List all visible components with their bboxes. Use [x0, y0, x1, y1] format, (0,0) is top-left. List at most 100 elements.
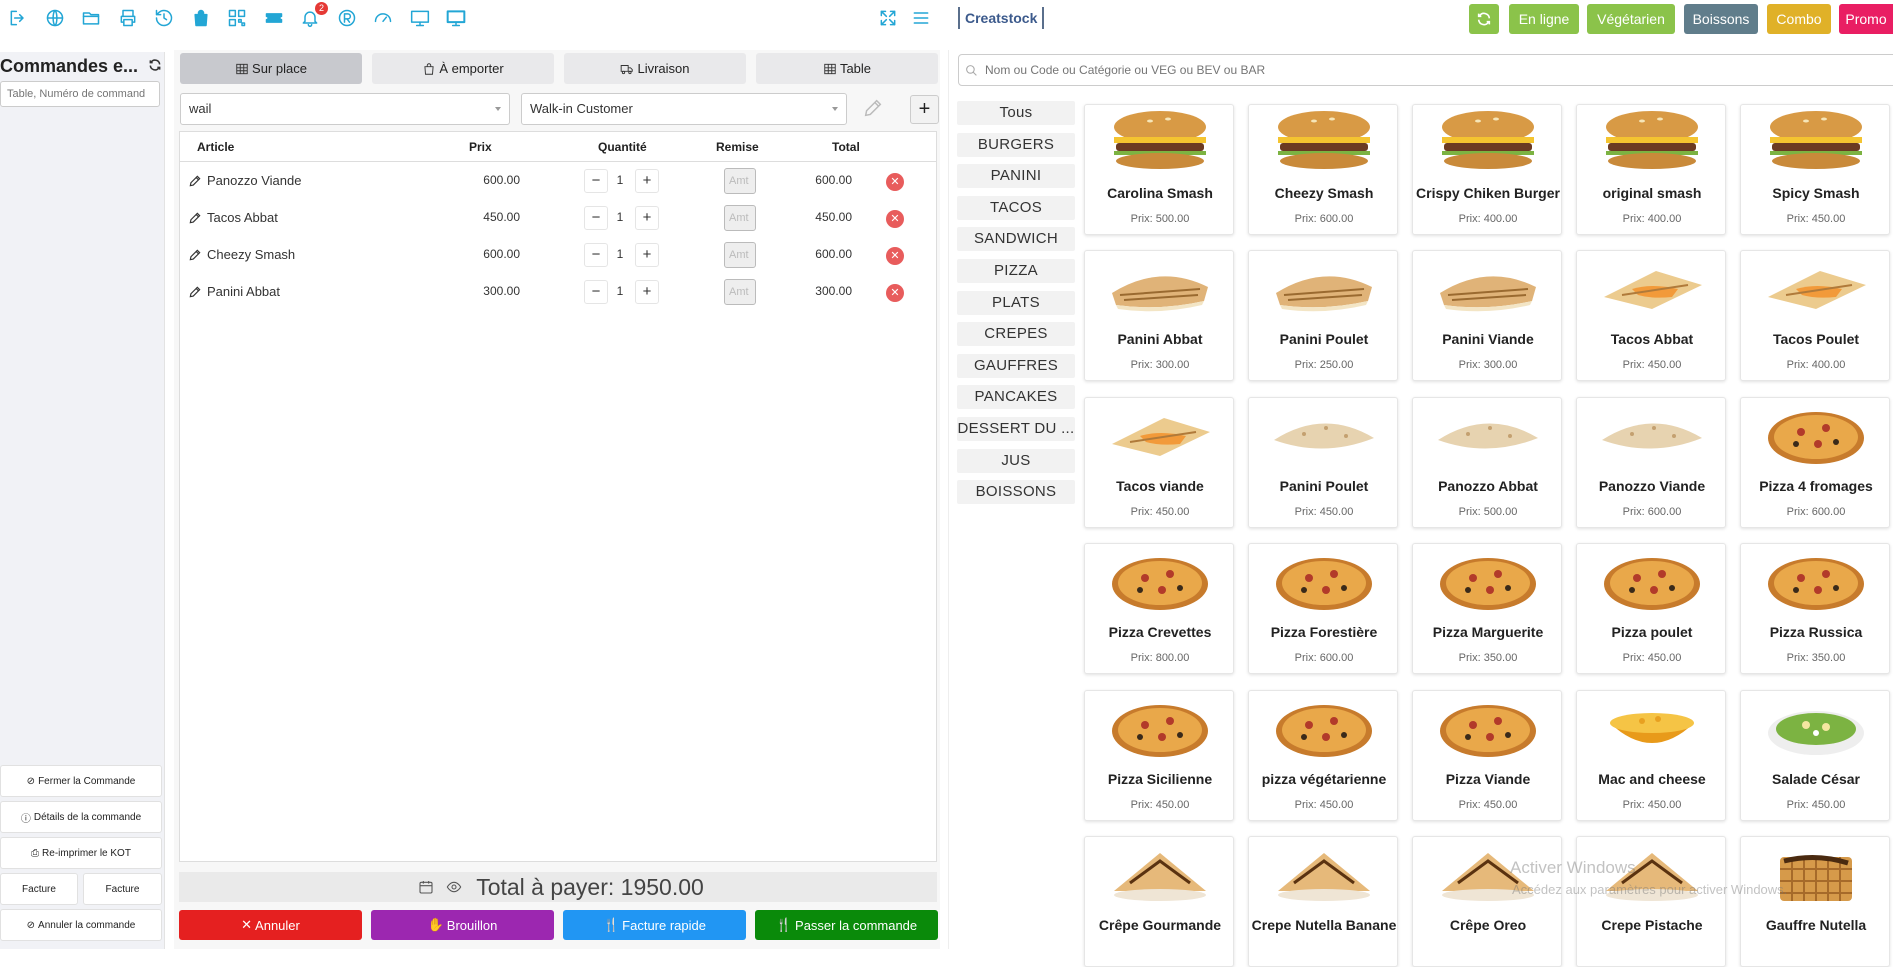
customer-select[interactable]: Walk-in Customer — [521, 93, 847, 125]
folder-icon[interactable] — [79, 6, 103, 30]
product-card[interactable]: Pizza Forestière Prix: 600.00 — [1248, 543, 1398, 675]
remove-item-icon[interactable]: ✕ — [886, 173, 904, 191]
item-quantity[interactable]: 1 — [610, 173, 630, 187]
ticket-icon[interactable] — [262, 6, 286, 30]
filter-vegetarian-button[interactable]: Végétarien — [1587, 4, 1675, 34]
product-card[interactable]: Pizza Crevettes Prix: 800.00 — [1084, 543, 1234, 675]
product-card[interactable]: Tacos Abbat Prix: 450.00 — [1576, 250, 1726, 382]
discount-input[interactable]: Amt — [724, 168, 756, 194]
remove-item-icon[interactable]: ✕ — [886, 210, 904, 228]
category-item[interactable]: DESSERT DU ... — [957, 417, 1075, 441]
add-customer-button[interactable]: + — [910, 95, 939, 124]
increase-quantity-button[interactable]: + — [635, 169, 659, 193]
category-item[interactable]: BURGERS — [957, 132, 1075, 157]
discount-input[interactable]: Amt — [724, 205, 756, 231]
menu-icon[interactable] — [909, 6, 933, 30]
tab-delivery[interactable]: Livraison — [564, 53, 746, 84]
edit-item-icon[interactable] — [188, 174, 202, 188]
product-card[interactable]: Panozzo Abbat Prix: 500.00 — [1412, 396, 1562, 528]
item-quantity[interactable]: 1 — [610, 284, 630, 298]
invoice-button[interactable]: Facture — [0, 873, 78, 905]
filter-combo-button[interactable]: Combo — [1767, 4, 1831, 34]
grid-icon[interactable] — [225, 6, 249, 30]
draft-button[interactable]: ✋ Brouillon — [371, 910, 554, 940]
product-card[interactable]: Pizza poulet Prix: 450.00 — [1576, 543, 1726, 675]
history-icon[interactable] — [152, 6, 176, 30]
cancel-button[interactable]: ✕ Annuler — [179, 910, 362, 940]
product-card[interactable]: Crepe Pistache — [1576, 836, 1726, 967]
category-item[interactable]: JUS — [957, 448, 1075, 473]
increase-quantity-button[interactable]: + — [635, 280, 659, 304]
logout-icon[interactable] — [6, 6, 30, 30]
product-card[interactable]: Mac and cheese Prix: 450.00 — [1576, 689, 1726, 821]
product-card[interactable]: Tacos Poulet Prix: 400.00 — [1740, 250, 1890, 382]
product-card[interactable]: Crêpe Oreo — [1412, 836, 1562, 967]
fullscreen-icon[interactable] — [876, 6, 900, 30]
tab-takeaway[interactable]: À emporter — [372, 53, 554, 84]
product-card[interactable]: Pizza Sicilienne Prix: 450.00 — [1084, 689, 1234, 821]
product-card[interactable]: Carolina Smash Prix: 500.00 — [1084, 104, 1234, 235]
product-card[interactable]: Pizza Russica Prix: 350.00 — [1740, 543, 1890, 675]
product-card[interactable]: Crepe Nutella Banane — [1248, 836, 1398, 967]
edit-item-icon[interactable] — [188, 285, 202, 299]
product-card[interactable]: Crêpe Gourmande — [1084, 836, 1234, 967]
order-search-input[interactable] — [0, 81, 160, 107]
edit-item-icon[interactable] — [188, 248, 202, 262]
item-quantity[interactable]: 1 — [610, 210, 630, 224]
product-card[interactable]: Cheezy Smash Prix: 600.00 — [1248, 104, 1398, 235]
filter-promo-button[interactable]: Promo — [1839, 4, 1893, 34]
registered-icon[interactable] — [335, 6, 359, 30]
category-item[interactable]: PIZZA — [957, 259, 1075, 283]
category-item[interactable]: PANCAKES — [957, 385, 1075, 410]
product-card[interactable]: Pizza 4 fromages Prix: 600.00 — [1740, 396, 1890, 528]
waiter-select[interactable]: wail — [180, 93, 510, 125]
close-order-button[interactable]: ⊘ Fermer la Commande — [0, 765, 162, 797]
reprint-kot-button[interactable]: ⎙ Re-imprimer le KOT — [0, 837, 162, 869]
category-item[interactable]: SANDWICH — [957, 227, 1075, 252]
product-card[interactable]: Panini Abbat Prix: 300.00 — [1084, 250, 1234, 382]
order-details-button[interactable]: ⓘ Détails de la commande — [0, 801, 162, 833]
decrease-quantity-button[interactable]: − — [584, 243, 608, 267]
product-card[interactable]: Panini Poulet Prix: 250.00 — [1248, 250, 1398, 382]
product-card[interactable]: Tacos viande Prix: 450.00 — [1084, 396, 1234, 528]
discount-input[interactable]: Amt — [724, 242, 756, 268]
bell-icon[interactable]: 2 — [298, 2, 328, 30]
category-item[interactable]: Tous — [957, 101, 1075, 125]
printer-icon[interactable] — [116, 6, 140, 30]
place-order-button[interactable]: 🍴 Passer la commande — [755, 910, 938, 940]
discount-input[interactable]: Amt — [724, 279, 756, 305]
product-search-input[interactable] — [958, 54, 1893, 86]
product-card[interactable]: Panini Poulet Prix: 450.00 — [1248, 396, 1398, 528]
eye-icon[interactable] — [446, 879, 462, 895]
category-item[interactable]: PLATS — [957, 290, 1075, 315]
product-card[interactable]: Crispy Chiken Burger Prix: 400.00 — [1412, 104, 1562, 235]
product-card[interactable]: Salade César Prix: 450.00 — [1740, 689, 1890, 821]
increase-quantity-button[interactable]: + — [635, 206, 659, 230]
category-item[interactable]: CREPES — [957, 322, 1075, 347]
calendar-icon[interactable] — [418, 879, 434, 895]
category-item[interactable]: GAUFFRES — [957, 353, 1075, 378]
remove-item-icon[interactable]: ✕ — [886, 284, 904, 302]
decrease-quantity-button[interactable]: − — [584, 280, 608, 304]
increase-quantity-button[interactable]: + — [635, 243, 659, 267]
quick-invoice-button[interactable]: 🍴 Facture rapide — [563, 910, 746, 940]
refresh-products-button[interactable] — [1469, 4, 1499, 34]
category-item[interactable]: TACOS — [957, 195, 1075, 220]
invoice-secondary-button[interactable]: Facture — [83, 873, 162, 905]
product-card[interactable]: pizza végétarienne Prix: 450.00 — [1248, 689, 1398, 821]
category-item[interactable]: BOISSONS — [957, 480, 1075, 505]
tab-table[interactable]: Table — [756, 53, 938, 84]
decrease-quantity-button[interactable]: − — [584, 169, 608, 193]
monitor-icon[interactable] — [408, 6, 432, 30]
speedometer-icon[interactable] — [371, 6, 395, 30]
product-card[interactable]: Spicy Smash Prix: 450.00 — [1740, 104, 1890, 235]
product-card[interactable]: Panini Viande Prix: 300.00 — [1412, 250, 1562, 382]
product-card[interactable]: original smash Prix: 400.00 — [1576, 104, 1726, 235]
remove-item-icon[interactable]: ✕ — [886, 247, 904, 265]
item-quantity[interactable]: 1 — [610, 247, 630, 261]
tab-dine-in[interactable]: Sur place — [180, 53, 362, 84]
decrease-quantity-button[interactable]: − — [584, 206, 608, 230]
cancel-order-button[interactable]: ⊘ Annuler la commande — [0, 909, 162, 941]
globe-icon[interactable] — [43, 6, 67, 30]
refresh-icon[interactable] — [148, 58, 162, 72]
